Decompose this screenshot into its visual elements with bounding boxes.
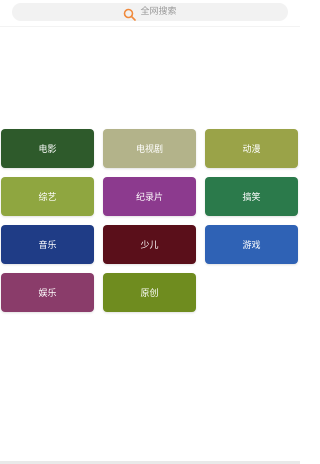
category-tile-comedy[interactable]: 搞笑 [205, 177, 298, 216]
search-bar[interactable]: 全网搜索 [12, 3, 288, 21]
search-placeholder: 全网搜索 [140, 7, 177, 17]
category-tile-kids[interactable]: 少儿 [103, 225, 196, 264]
category-tile-variety[interactable]: 综艺 [1, 177, 94, 216]
header-divider [0, 26, 300, 27]
category-tile-documentary[interactable]: 纪录片 [103, 177, 196, 216]
category-tile-music[interactable]: 音乐 [1, 225, 94, 264]
category-tile-original[interactable]: 原创 [103, 273, 196, 312]
category-tile-games[interactable]: 游戏 [205, 225, 298, 264]
category-grid: 电影 电视剧 动漫 综艺 纪录片 搞笑 音乐 少儿 游戏 娱乐 原创 [1, 129, 299, 312]
search-icon [123, 6, 137, 21]
category-tile-anime[interactable]: 动漫 [205, 129, 298, 168]
category-tile-entertainment[interactable]: 娱乐 [1, 273, 94, 312]
category-tile-tv-series[interactable]: 电视剧 [103, 129, 196, 168]
category-tile-movie[interactable]: 电影 [1, 129, 94, 168]
